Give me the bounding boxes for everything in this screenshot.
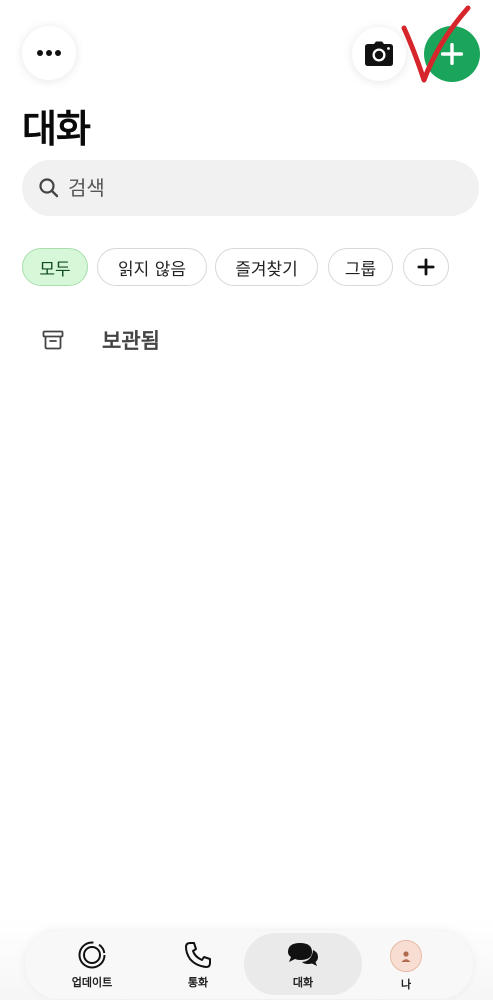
plus-icon xyxy=(417,258,435,276)
add-filter-button[interactable] xyxy=(403,248,449,286)
nav-chats-label: 대화 xyxy=(292,976,314,989)
new-chat-button[interactable] xyxy=(424,26,480,82)
filter-chip-groups[interactable]: 그룹 xyxy=(328,248,393,286)
more-horizontal-icon xyxy=(37,50,61,56)
updates-icon xyxy=(78,941,106,969)
nav-calls[interactable]: 통화 xyxy=(166,940,230,994)
search-icon xyxy=(39,178,59,198)
nav-me-label: 나 xyxy=(400,978,412,991)
plus-icon xyxy=(441,43,463,65)
archive-icon xyxy=(42,330,64,350)
page-title: 대화 xyxy=(22,107,91,151)
filter-chip-all[interactable]: 모두 xyxy=(22,248,88,286)
avatar-icon xyxy=(390,940,422,972)
nav-updates-label: 업데이트 xyxy=(71,976,113,989)
search-input[interactable] xyxy=(68,168,448,208)
nav-calls-label: 통화 xyxy=(187,976,209,989)
nav-updates[interactable]: 업데이트 xyxy=(60,940,124,994)
camera-button[interactable] xyxy=(352,27,406,81)
chats-icon xyxy=(288,943,318,966)
filter-chip-unread[interactable]: 읽지 않음 xyxy=(97,248,207,286)
nav-chats[interactable]: 대화 xyxy=(244,933,362,995)
filter-chip-favorites[interactable]: 즐겨찾기 xyxy=(215,248,318,286)
search-bar[interactable] xyxy=(22,160,479,216)
archived-row[interactable]: 보관됨 xyxy=(42,322,160,358)
camera-icon xyxy=(365,41,393,66)
nav-me[interactable]: 나 xyxy=(374,940,438,994)
more-options-button[interactable] xyxy=(22,26,76,80)
phone-icon xyxy=(185,942,211,968)
archived-label: 보관됨 xyxy=(102,329,160,353)
